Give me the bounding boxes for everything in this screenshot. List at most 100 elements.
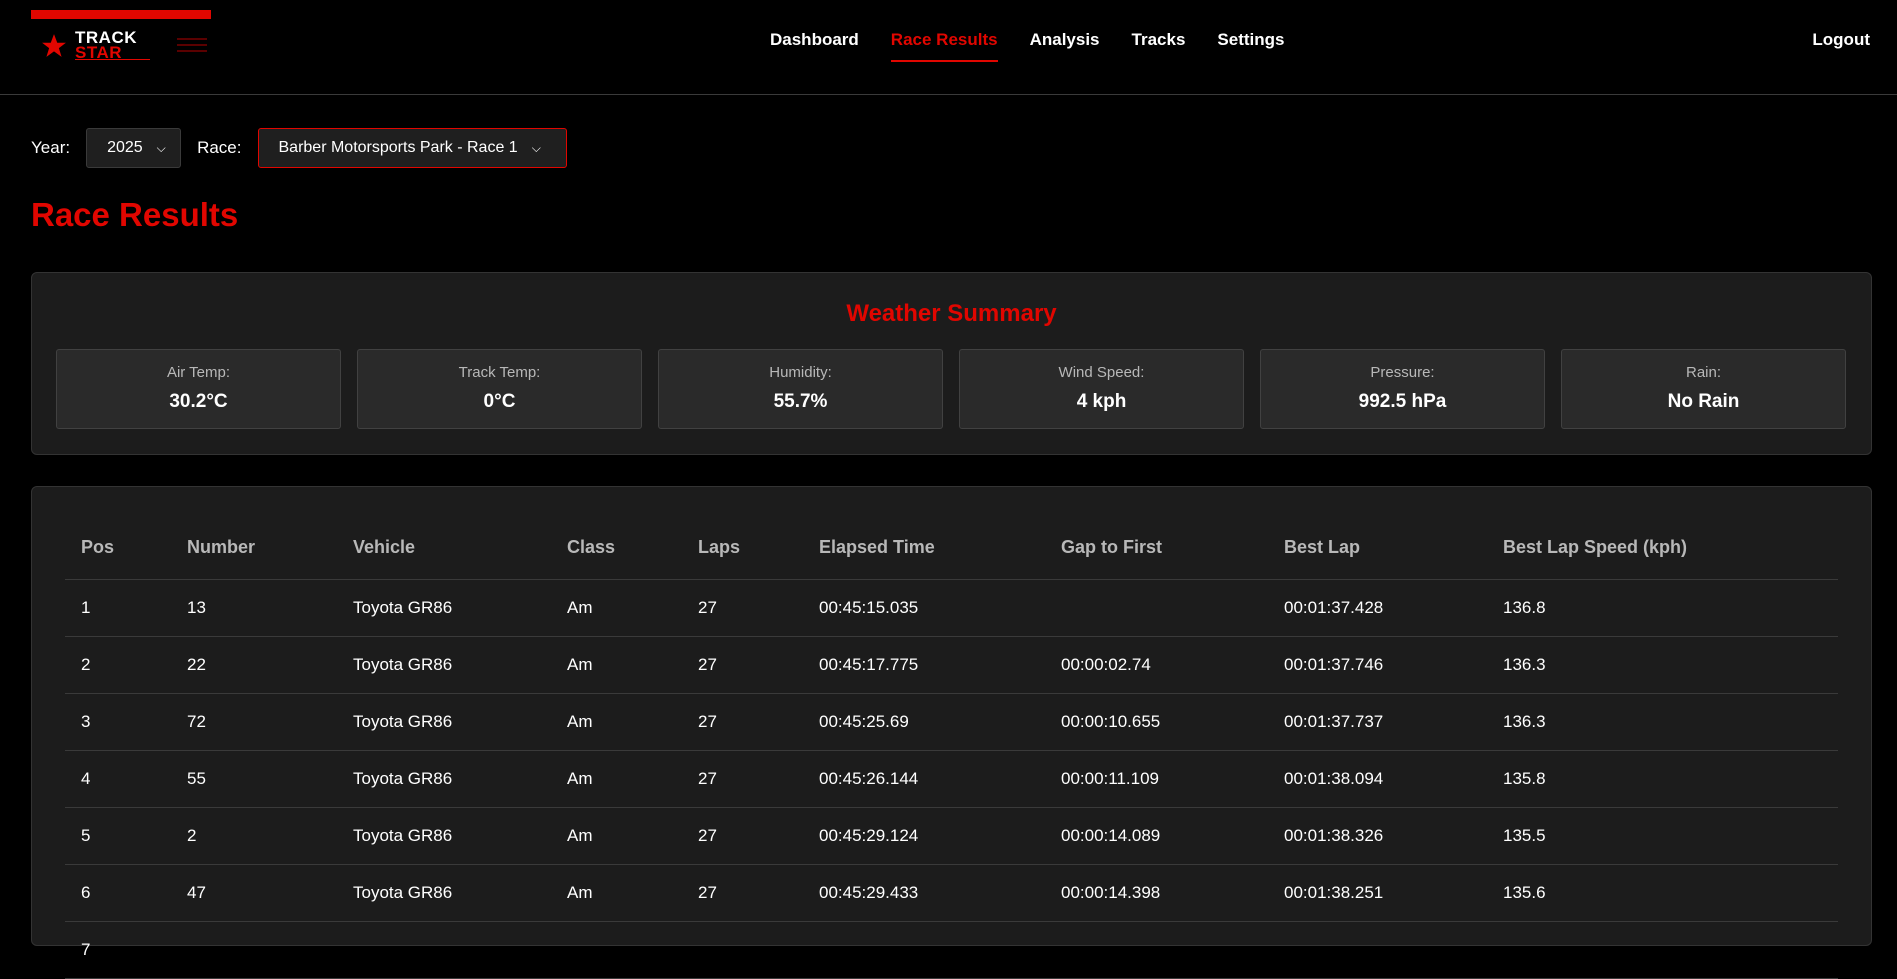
cell-number: 72 xyxy=(171,693,337,751)
header-vehicle[interactable]: Vehicle xyxy=(337,517,551,580)
cell-pos: 7 xyxy=(65,921,171,979)
metric-label: Pressure: xyxy=(1370,364,1435,381)
cell-laps: 27 xyxy=(682,636,803,694)
table-row[interactable]: 4 55 Toyota GR86 Am 27 00:45:26.144 00:00:11.1… xyxy=(65,750,1838,808)
weather-summary-card: Weather Summary Air Temp: 30.2°C Track T… xyxy=(31,272,1872,455)
cell-pos: 2 xyxy=(65,636,171,694)
race-select[interactable]: Barber Motorsports Park - Race 1 ⌵ xyxy=(257,128,567,168)
cell-best-lap-speed xyxy=(1487,921,1838,979)
metric-label: Track Temp: xyxy=(458,364,541,381)
cell-number xyxy=(171,921,337,979)
header-gap-to-first[interactable]: Gap to First xyxy=(1045,517,1268,580)
year-label: Year: xyxy=(31,138,71,157)
cell-best-lap-speed: 135.6 xyxy=(1487,864,1838,922)
table-row[interactable]: 5 2 Toyota GR86 Am 27 00:45:29.124 00:00:14.08… xyxy=(65,807,1838,865)
weather-track-temp: Track Temp: 0°C xyxy=(357,349,642,429)
header-best-lap[interactable]: Best Lap xyxy=(1268,517,1487,580)
race-label: Race: xyxy=(197,138,242,157)
cell-best-lap: 00:01:38.251 xyxy=(1268,864,1487,922)
race-results-card: Pos Number Vehicle Class Laps Elapsed Ti… xyxy=(31,486,1872,979)
cell-pos: 5 xyxy=(65,807,171,865)
cell-class: Am xyxy=(551,693,682,751)
cell-laps: 27 xyxy=(682,750,803,808)
table-body: 1 13 Toyota GR86 Am 27 00:45:15.035 00:01:37.4… xyxy=(65,579,1838,979)
weather-air-temp: Air Temp: 30.2°C xyxy=(56,349,341,429)
cell-laps: 27 xyxy=(682,579,803,637)
cell-elapsed-time: 00:45:26.144 xyxy=(803,750,1045,808)
table-row[interactable]: 2 22 Toyota GR86 Am 27 00:45:17.775 00:00:02.7… xyxy=(65,636,1838,694)
header-laps[interactable]: Laps xyxy=(682,517,803,580)
cell-elapsed-time xyxy=(803,921,1045,979)
nav-race-results[interactable]: Race Results xyxy=(890,30,998,62)
cell-best-lap: 00:01:38.326 xyxy=(1268,807,1487,865)
cell-best-lap-speed: 136.3 xyxy=(1487,636,1838,694)
logo-stripes xyxy=(177,38,207,60)
nav-tracks[interactable]: Tracks xyxy=(1132,30,1186,62)
nav-dashboard[interactable]: Dashboard xyxy=(770,30,859,62)
cell-gap-to-first: 00:00:10.655 xyxy=(1045,693,1268,751)
header-class[interactable]: Class xyxy=(551,517,682,580)
cell-class: Am xyxy=(551,750,682,808)
chevron-down-icon: ⌵ xyxy=(531,140,541,155)
star-icon xyxy=(42,34,66,57)
cell-pos: 3 xyxy=(65,693,171,751)
header-number[interactable]: Number xyxy=(171,517,337,580)
weather-pressure: Pressure: 992.5 hPa xyxy=(1260,349,1545,429)
main-nav: Dashboard Race Results Analysis Tracks S… xyxy=(770,30,1316,62)
race-select-value: Barber Motorsports Park - Race 1 xyxy=(278,139,518,156)
cell-best-lap: 00:01:37.746 xyxy=(1268,636,1487,694)
header-pos[interactable]: Pos xyxy=(65,517,171,580)
metric-value: 992.5 hPa xyxy=(1358,391,1447,412)
cell-number: 47 xyxy=(171,864,337,922)
cell-vehicle: Toyota GR86 xyxy=(337,636,551,694)
cell-elapsed-time: 00:45:25.69 xyxy=(803,693,1045,751)
cell-gap-to-first: 00:00:02.74 xyxy=(1045,636,1268,694)
nav-settings[interactable]: Settings xyxy=(1217,30,1284,62)
year-select[interactable]: 2025 ⌵ xyxy=(86,128,182,168)
cell-pos: 4 xyxy=(65,750,171,808)
table-row[interactable]: 7 xyxy=(65,921,1838,979)
cell-vehicle: Toyota GR86 xyxy=(337,807,551,865)
cell-number: 22 xyxy=(171,636,337,694)
cell-elapsed-time: 00:45:29.433 xyxy=(803,864,1045,922)
cell-elapsed-time: 00:45:17.775 xyxy=(803,636,1045,694)
cell-number: 13 xyxy=(171,579,337,637)
track-star-logo[interactable]: TRACK STAR xyxy=(31,10,211,70)
logout-link[interactable]: Logout xyxy=(1812,30,1870,50)
metric-value: 0°C xyxy=(483,391,516,412)
page-title: Race Results xyxy=(31,196,239,233)
metric-label: Wind Speed: xyxy=(1058,364,1145,381)
metric-label: Humidity: xyxy=(769,364,832,381)
metric-label: Rain: xyxy=(1685,364,1722,381)
cell-gap-to-first: 00:00:14.398 xyxy=(1045,864,1268,922)
race-filters: Year: 2025 ⌵ Race: Barber Motorsports Pa… xyxy=(31,128,583,168)
chevron-down-icon: ⌵ xyxy=(156,140,166,155)
header-best-lap-speed[interactable]: Best Lap Speed (kph) xyxy=(1487,517,1838,580)
header-row: Pos Number Vehicle Class Laps Elapsed Ti… xyxy=(65,517,1838,580)
cell-laps: 27 xyxy=(682,864,803,922)
cell-vehicle: Toyota GR86 xyxy=(337,579,551,637)
cell-pos: 6 xyxy=(65,864,171,922)
metric-value: 30.2°C xyxy=(169,391,228,412)
cell-elapsed-time: 00:45:15.035 xyxy=(803,579,1045,637)
logo-accent-bar xyxy=(31,10,211,19)
cell-laps: 27 xyxy=(682,693,803,751)
header-elapsed-time[interactable]: Elapsed Time xyxy=(803,517,1045,580)
table-row[interactable]: 6 47 Toyota GR86 Am 27 00:45:29.433 00:00:14.3… xyxy=(65,864,1838,922)
nav-analysis[interactable]: Analysis xyxy=(1030,30,1100,62)
table-header: Pos Number Vehicle Class Laps Elapsed Ti… xyxy=(65,517,1838,580)
table-row[interactable]: 3 72 Toyota GR86 Am 27 00:45:25.69 00:00:10.65… xyxy=(65,693,1838,751)
metric-value: 55.7% xyxy=(773,391,828,412)
cell-best-lap-speed: 135.5 xyxy=(1487,807,1838,865)
cell-best-lap-speed: 136.3 xyxy=(1487,693,1838,751)
weather-wind-speed: Wind Speed: 4 kph xyxy=(959,349,1244,429)
logo-underline xyxy=(75,55,150,60)
cell-best-lap: 00:01:37.428 xyxy=(1268,579,1487,637)
cell-pos: 1 xyxy=(65,579,171,637)
cell-gap-to-first xyxy=(1045,921,1268,979)
cell-number: 2 xyxy=(171,807,337,865)
cell-class: Am xyxy=(551,579,682,637)
metric-value: 4 kph xyxy=(1076,391,1127,412)
table-row[interactable]: 1 13 Toyota GR86 Am 27 00:45:15.035 00:01:37.4… xyxy=(65,579,1838,637)
cell-best-lap xyxy=(1268,921,1487,979)
